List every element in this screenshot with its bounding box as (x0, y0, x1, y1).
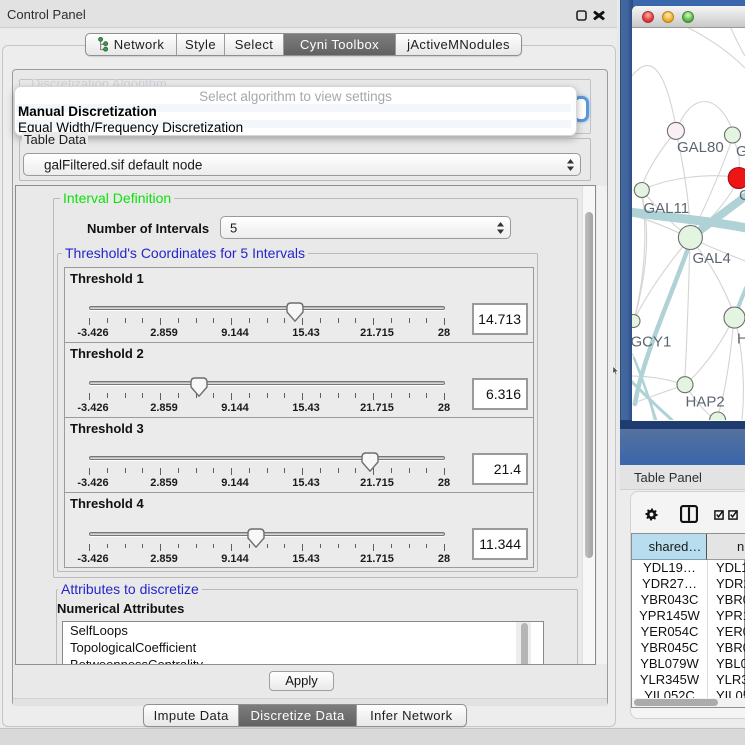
svg-text:GCY1: GCY1 (632, 334, 671, 351)
svg-text:GAL11: GAL11 (644, 200, 690, 217)
svg-text:GA: GA (736, 143, 745, 160)
svg-text:HAP2: HAP2 (686, 394, 725, 411)
svg-text:GAL80: GAL80 (677, 139, 724, 156)
svg-text:H: H (737, 331, 745, 348)
svg-text:C: C (739, 187, 745, 204)
svg-text:GAL4: GAL4 (693, 250, 731, 267)
